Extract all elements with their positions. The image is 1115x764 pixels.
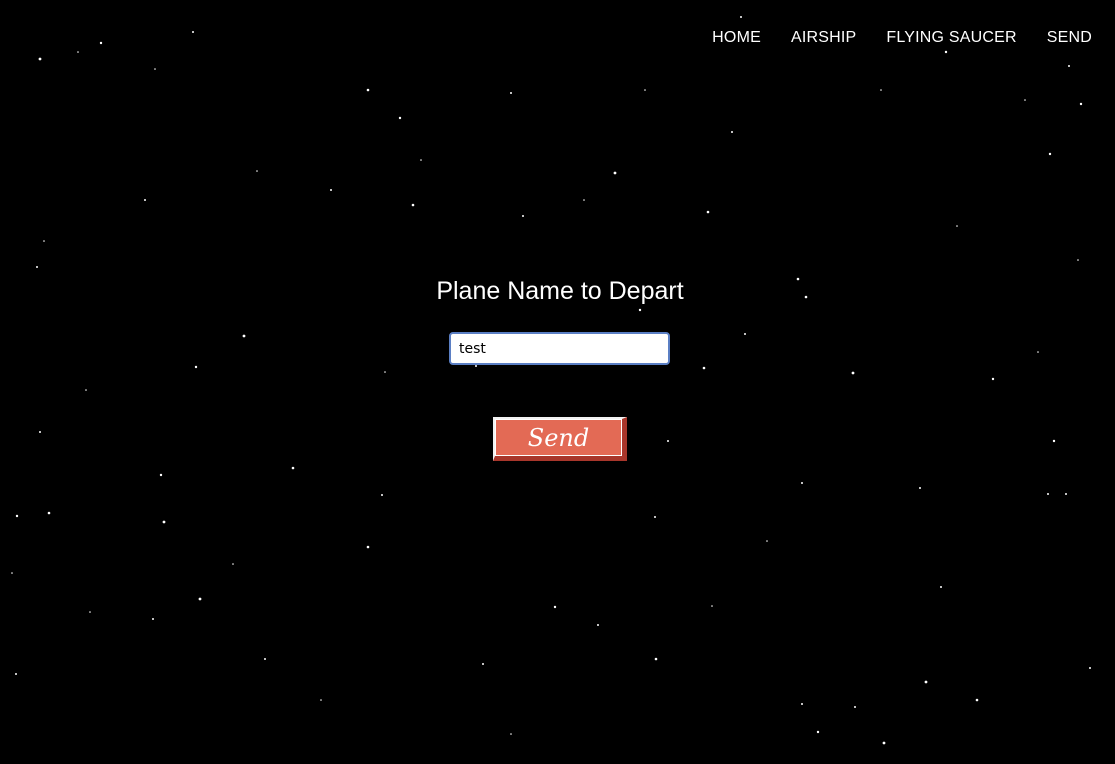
form-heading: Plane Name to Depart — [436, 277, 684, 305]
nav-link-airship[interactable]: AIRSHIP — [791, 28, 856, 48]
plane-name-input[interactable] — [449, 332, 670, 365]
nav-link-flying-saucer[interactable]: FLYING SAUCER — [886, 28, 1016, 48]
nav-link-send[interactable]: SEND — [1047, 28, 1092, 48]
nav-link-home[interactable]: HOME — [712, 28, 761, 48]
starfield-background — [11, 16, 1091, 745]
page: HOME AIRSHIP FLYING SAUCER SEND Plane Na… — [0, 0, 1115, 764]
top-navigation: HOME AIRSHIP FLYING SAUCER SEND — [682, 28, 1092, 48]
send-button[interactable]: Send — [493, 417, 627, 461]
